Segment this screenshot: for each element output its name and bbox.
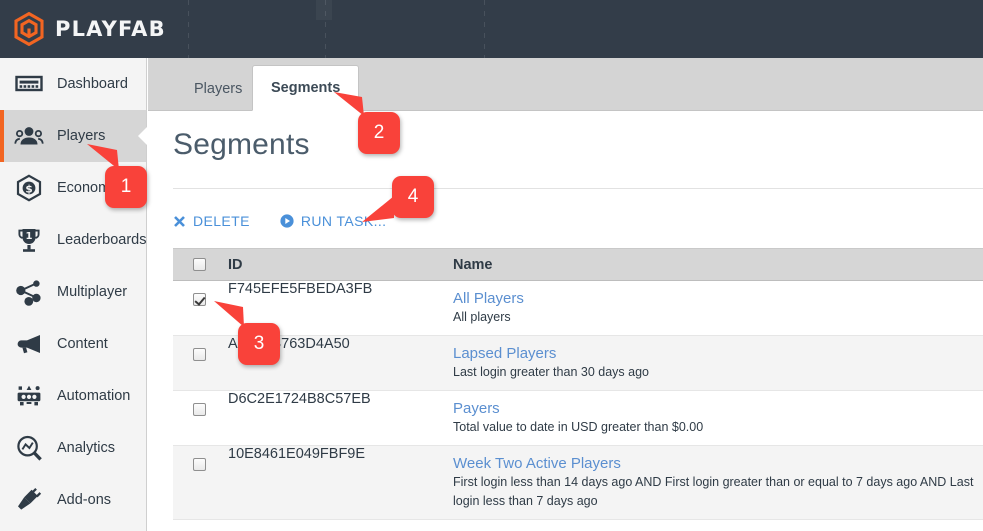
segment-name-link[interactable]: All Players [453,281,983,307]
content-icon [14,329,44,359]
svg-text:1: 1 [26,231,33,242]
delete-button[interactable]: DELETE [173,213,250,229]
svg-text:$: $ [25,183,32,195]
callout-number: 2 [373,122,385,143]
callout-number: 3 [253,333,265,354]
automation-icon [14,381,44,411]
header-dash-line [484,0,485,58]
sidebar-item-leaderboards[interactable]: 1 Leaderboards [0,214,147,266]
players-icon [14,121,44,151]
callout-marker-4: 4 [362,176,434,222]
sidebar-item-addons[interactable]: Add-ons [0,474,146,526]
row-name-cell: All Players All players [453,280,983,337]
row-checkbox-lapsed-players[interactable] [193,348,206,362]
table-row[interactable]: D6C2E1724B8C57EB Payers Total value to d… [173,390,983,447]
callout-marker-3: 3 [214,301,280,365]
row-checkbox-cell [173,445,228,520]
app-header: PLAYFAB [0,0,983,58]
segment-description: Total value to date in USD greater than … [453,420,704,435]
sidebar-item-label: Leaderboards [57,232,147,248]
header-hex-shade [316,0,332,20]
sidebar-nav: Dashboard Players $ Economy 1 Leaderboar… [0,58,147,531]
column-label-name: Name [453,256,493,273]
sidebar-item-label: Multiplayer [57,284,128,300]
sidebar-item-label: Add-ons [57,492,112,508]
delete-label: DELETE [193,213,250,229]
row-checkbox-week-two-active-players[interactable] [193,458,206,472]
select-all-checkbox[interactable] [193,258,206,272]
main-content: Players Segments Segments DELETE RUN TAS… [148,58,983,531]
row-checkbox-cell [173,335,228,392]
dashboard-icon [14,69,44,99]
tab-players[interactable]: Players [176,67,260,111]
sidebar-item-label: Content [57,336,108,352]
sidebar-item-automation[interactable]: Automation [0,370,146,422]
page-title: Segments [173,128,310,161]
addons-icon [14,485,44,515]
table-header-row: ID Name [173,248,983,281]
table-header-name[interactable]: Name [453,248,983,281]
sidebar-item-label: Players [57,128,106,144]
row-checkbox-payers[interactable] [193,403,206,417]
sidebar-item-players[interactable]: Players [0,110,147,162]
brand-name: PLAYFAB [55,17,166,41]
segment-name-link[interactable]: Lapsed Players [453,336,983,362]
title-divider [173,188,983,189]
x-cross-icon [173,215,186,228]
sidebar-item-label: Automation [57,388,131,404]
economy-icon: $ [14,173,44,203]
row-checkbox-cell [173,390,228,447]
row-id: 10E8461E049FBF9E [228,445,453,520]
callout-number: 1 [120,176,132,197]
tab-bar: Players Segments [148,58,983,111]
callout-number: 4 [407,186,419,207]
segments-table: ID Name F745EFE5FBEDA3FB All Players All… [173,248,983,520]
segment-description: All players [453,310,511,324]
multiplayer-icon [14,277,44,307]
row-id: D6C2E1724B8C57EB [228,390,453,447]
leaderboards-icon: 1 [14,225,44,255]
sidebar-item-label: Dashboard [57,76,128,92]
header-dash-line [188,0,189,58]
row-name-cell: Lapsed Players Last login greater than 3… [453,335,983,392]
play-circle-icon [280,214,294,228]
analytics-icon [14,433,44,463]
callout-marker-1: 1 [87,144,147,208]
table-header-checkbox-cell [173,248,228,281]
row-name-cell: Payers Total value to date in USD greate… [453,390,983,447]
column-label-id: ID [228,256,243,273]
sidebar-item-analytics[interactable]: Analytics [0,422,146,474]
callout-marker-2: 2 [334,92,400,154]
playfab-hex-logo-icon [12,11,46,47]
sidebar-item-content[interactable]: Content [0,318,146,370]
sidebar-item-multiplayer[interactable]: Multiplayer [0,266,146,318]
segment-name-link[interactable]: Week Two Active Players [453,446,983,472]
segment-description: Last login greater than 30 days ago [453,365,649,380]
segment-name-link[interactable]: Payers [453,391,983,417]
brand-logo-area[interactable]: PLAYFAB [0,0,165,58]
header-background-pattern [148,0,983,58]
tab-label: Players [194,81,243,97]
sidebar-item-dashboard[interactable]: Dashboard [0,58,146,110]
segment-description: First login less than 14 days ago AND Fi… [453,475,974,508]
row-checkbox-all-players[interactable] [193,293,206,306]
tab-label: Segments [271,80,341,96]
table-row[interactable]: F745EFE5FBEDA3FB All Players All players [173,280,983,337]
sidebar-item-label: Analytics [57,440,116,456]
table-header-id[interactable]: ID [228,248,453,281]
table-row[interactable]: 10E8461E049FBF9E Week Two Active Players… [173,445,983,520]
row-name-cell: Week Two Active Players First login less… [453,445,983,520]
table-row[interactable]: A…CFB763D4A50 Lapsed Players Last login … [173,335,983,392]
